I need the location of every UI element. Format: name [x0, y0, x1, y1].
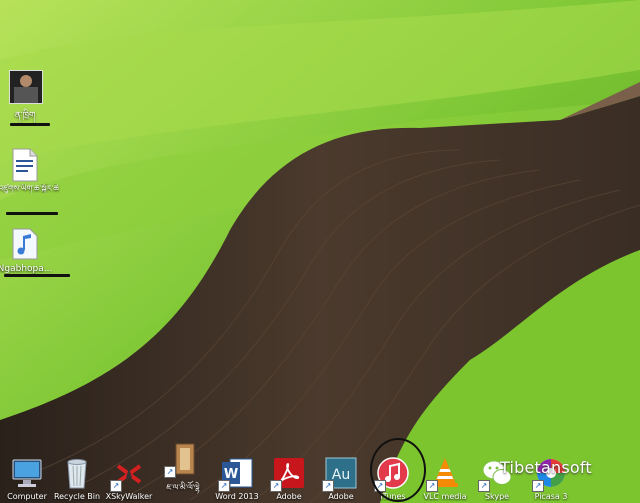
watermark-text: Tibetansoft — [500, 458, 592, 477]
annotation-underline — [10, 123, 50, 126]
recycle-bin-label: Recycle Bin — [53, 492, 101, 501]
word-icon: W ↗ — [218, 456, 254, 492]
photo-thumbnail-icon — [9, 70, 43, 104]
desktop-item-label: ཁ་འཛུགས་ཡིག་ཆ་སྐོར་ཆེ — [0, 184, 59, 193]
shortcut-arrow-icon: ↗ — [532, 480, 544, 492]
vlc-icon: ↗ — [426, 456, 462, 492]
adobe-audition-label: Adobe — [328, 492, 354, 501]
audio-file-icon — [9, 228, 41, 262]
desktop-item-audio[interactable]: Ngabhopa... — [0, 228, 60, 274]
word-label: Word 2013 — [215, 492, 259, 501]
word-shortcut[interactable]: W ↗ Word 2013 — [210, 456, 264, 501]
shortcut-arrow-icon: ↗ — [164, 466, 176, 478]
computer-shortcut[interactable]: Computer — [0, 456, 54, 501]
vlc-shortcut[interactable]: ↗ VLC media — [418, 456, 472, 501]
tibetan-app-shortcut[interactable]: ↗ ཇ་ལ་མི་ལོ་ལྷེ — [156, 442, 210, 501]
adobe-reader-label: Adobe — [276, 492, 302, 501]
xskywalker-icon: ↗ — [110, 456, 146, 492]
picasa-label: Picasa 3 — [534, 492, 568, 501]
desktop-item-document[interactable]: ཁ་འཛུགས་ཡིག་ཆ་སྐོར་ཆེ — [0, 148, 60, 193]
tibetan-app-label: ཇ་ལ་མི་ལོ་ལྷེ — [166, 483, 200, 492]
desktop-item-label: Ngabhopa... — [0, 264, 53, 274]
shortcut-arrow-icon: ↗ — [110, 480, 122, 492]
shortcut-arrow-icon: ↗ — [478, 480, 490, 492]
shortcut-arrow-icon: ↗ — [270, 480, 282, 492]
adobe-audition-shortcut[interactable]: Au ↗ Adobe — [314, 456, 368, 501]
desktop-item-photo[interactable]: ན་ཁྲིག — [0, 70, 60, 131]
adobe-reader-icon: ↗ — [270, 456, 306, 492]
skype-label: Skype — [484, 492, 510, 501]
itunes-highlight-circle — [370, 438, 426, 502]
shortcut-arrow-icon: ↗ — [426, 480, 438, 492]
annotation-underline — [4, 274, 70, 277]
vlc-label: VLC media — [423, 492, 467, 501]
shortcut-arrow-icon: ↗ — [218, 480, 230, 492]
desktop-wallpaper — [0, 0, 640, 503]
computer-icon — [10, 456, 44, 490]
annotation-underline — [6, 212, 58, 215]
adobe-audition-icon: Au ↗ — [322, 456, 358, 492]
xskywalker-shortcut[interactable]: ↗ XSkyWalker — [102, 456, 156, 501]
xskywalker-label: XSkyWalker — [105, 492, 153, 501]
recycle-bin-icon — [60, 456, 94, 490]
word-document-icon — [9, 148, 41, 182]
svg-text:Au: Au — [332, 467, 350, 483]
tibetan-app-icon: ↗ — [164, 442, 200, 478]
computer-label: Computer — [7, 492, 47, 501]
recycle-bin-shortcut[interactable]: Recycle Bin — [50, 456, 104, 501]
desktop-item-label: ན་ཁྲིག — [14, 111, 36, 121]
shortcut-arrow-icon: ↗ — [322, 480, 334, 492]
adobe-reader-shortcut[interactable]: ↗ Adobe — [262, 456, 316, 501]
